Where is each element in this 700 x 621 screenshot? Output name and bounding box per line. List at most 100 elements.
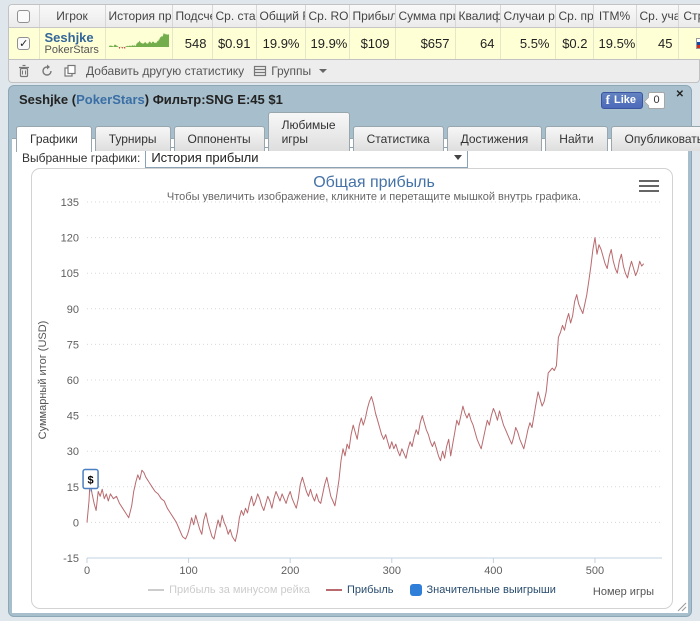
- profit-sparkline: [108, 30, 170, 54]
- groups-icon: [253, 64, 267, 78]
- sparkline-loss-area: [109, 47, 169, 49]
- profit-value: $109: [349, 28, 395, 60]
- col-country[interactable]: Стран: [678, 5, 700, 28]
- count-value: 548: [172, 28, 212, 60]
- country-cell: [678, 28, 700, 60]
- panel-title-player: Seshjke (: [19, 92, 76, 107]
- col-itm[interactable]: ITM%: [593, 5, 636, 28]
- chart-plot-area[interactable]: Общая прибыльЧтобы увеличить изображение…: [32, 169, 672, 579]
- legend-swatch-icon: [410, 584, 422, 596]
- player-stats-table: Игрок История приб Подсче Ср. ста Общий …: [8, 4, 700, 60]
- col-qualifies[interactable]: Квалифи: [455, 5, 500, 28]
- y-tick-label: 0: [73, 517, 79, 529]
- refresh-icon[interactable]: [40, 64, 54, 78]
- graph-select-label: Выбранные графики:: [22, 151, 140, 165]
- table-row[interactable]: ✓ Seshjke PokerStars 548 $0.91 19.9% 19.…: [9, 28, 700, 60]
- col-split-cases[interactable]: Случаи ра: [500, 5, 555, 28]
- chart-menu-icon[interactable]: [639, 180, 659, 195]
- col-avg-stake[interactable]: Ср. ста: [212, 5, 256, 28]
- flag-marker-label: $: [88, 475, 94, 487]
- profit-chart[interactable]: Общая прибыльЧтобы увеличить изображение…: [31, 168, 673, 609]
- col-prize-sum[interactable]: Сумма при:: [395, 5, 455, 28]
- legend-swatch-icon: [148, 589, 164, 591]
- chart-subtitle: Чтобы увеличить изображение, кликните и …: [167, 191, 581, 203]
- y-tick-label: 75: [67, 339, 79, 351]
- tab-tournaments[interactable]: Турниры: [95, 126, 171, 151]
- select-arrow-icon: [454, 155, 462, 160]
- legend-label: Прибыль: [347, 584, 394, 596]
- itm-value: 19.5%: [593, 28, 636, 60]
- x-tick-label: 0: [84, 565, 90, 577]
- legend-label: Значительные выигрыши: [427, 584, 556, 596]
- tab-publish[interactable]: Опубликовать: [611, 126, 700, 151]
- player-site-label: PokerStars: [45, 44, 100, 56]
- player-cell: Seshjke PokerStars: [39, 28, 105, 60]
- prize-sum-value: $657: [395, 28, 455, 60]
- y-tick-label: -15: [63, 553, 79, 565]
- table-toolbar: Добавить другую статистику Группы: [8, 60, 700, 83]
- row-select-cell: ✓: [9, 28, 39, 60]
- tab-charts[interactable]: Графики: [16, 126, 92, 152]
- x-tick-label: 300: [383, 565, 401, 577]
- y-tick-label: 105: [61, 268, 79, 280]
- legend-item-2[interactable]: Значительные выигрыши: [410, 584, 556, 596]
- player-name-link[interactable]: Seshjke: [45, 31, 100, 44]
- col-profit-history[interactable]: История приб: [105, 5, 172, 28]
- chart-legend: Прибыль за минусом рейка Прибыль Значитель…: [32, 579, 672, 596]
- qualifies-value: 64: [455, 28, 500, 60]
- stats-header-row: Игрок История приб Подсче Ср. ста Общий …: [9, 5, 700, 28]
- tab-opponents[interactable]: Оппоненты: [174, 126, 265, 151]
- russia-flag-icon: [696, 38, 700, 49]
- panel-title: Seshjke (PokerStars) Фильтр:SNG E:45 $1: [9, 86, 691, 107]
- sparkline-cell[interactable]: [105, 28, 172, 60]
- col-avg-roi[interactable]: Ср. ROI: [305, 5, 349, 28]
- player-stats-card: Игрок История приб Подсче Ср. ста Общий …: [8, 4, 700, 83]
- col-count[interactable]: Подсче: [172, 5, 212, 28]
- chart-title: Общая прибыль: [313, 174, 435, 191]
- chevron-down-icon: [319, 69, 327, 73]
- select-all-checkbox[interactable]: [17, 10, 30, 23]
- like-label: Like: [614, 94, 636, 106]
- total-roi-value: 19.9%: [256, 28, 305, 60]
- tab-achievements[interactable]: Достижения: [447, 126, 543, 151]
- y-tick-label: 15: [67, 482, 79, 494]
- col-total-roi[interactable]: Общий R: [256, 5, 305, 28]
- panel-title-site-link[interactable]: PokerStars: [76, 92, 145, 107]
- profit-line-series: [87, 238, 644, 542]
- legend-swatch-icon: [326, 589, 342, 591]
- avg-prize-value: $0.2: [555, 28, 593, 60]
- avg-roi-value: 19.9%: [305, 28, 349, 60]
- delete-icon[interactable]: [17, 64, 31, 78]
- copy-icon[interactable]: [63, 64, 77, 78]
- groups-label: Группы: [271, 64, 311, 78]
- sparkline-profit-area: [109, 33, 169, 47]
- row-checkbox[interactable]: ✓: [17, 37, 30, 50]
- col-avg-prize[interactable]: Ср. пр: [555, 5, 593, 28]
- chart-footer: Прибыль за минусом рейка Прибыль Значитель…: [32, 579, 672, 607]
- col-avg-entrants[interactable]: Ср. уча: [636, 5, 678, 28]
- resize-grip[interactable]: [675, 600, 687, 612]
- facebook-logo-icon: f: [606, 92, 610, 108]
- x-axis-title: Номер игры: [593, 586, 654, 598]
- x-tick-label: 200: [281, 565, 299, 577]
- y-axis-title: Суммарный итог (USD): [37, 321, 49, 440]
- select-all-header[interactable]: [9, 5, 39, 28]
- x-tick-label: 500: [586, 565, 604, 577]
- x-tick-label: 100: [179, 565, 197, 577]
- tab-statistics[interactable]: Статистика: [353, 126, 444, 151]
- facebook-like-button[interactable]: f Like: [601, 92, 643, 109]
- y-tick-label: 135: [61, 197, 79, 209]
- x-tick-label: 400: [484, 565, 502, 577]
- add-statistic-button[interactable]: Добавить другую статистику: [86, 64, 244, 78]
- col-player[interactable]: Игрок: [39, 5, 105, 28]
- panel-title-filter: ) Фильтр:SNG E:45 $1: [145, 92, 283, 107]
- col-profit[interactable]: Прибыл: [349, 5, 395, 28]
- y-tick-label: 45: [67, 411, 79, 423]
- groups-button[interactable]: Группы: [253, 64, 327, 78]
- tab-favorite-games[interactable]: Любимые игры: [268, 112, 350, 151]
- y-tick-label: 60: [67, 375, 79, 387]
- close-icon[interactable]: ✕: [676, 89, 684, 100]
- legend-item-1[interactable]: Прибыль: [326, 584, 394, 596]
- legend-item-0[interactable]: Прибыль за минусом рейка: [148, 584, 310, 596]
- tab-find[interactable]: Найти: [545, 126, 607, 151]
